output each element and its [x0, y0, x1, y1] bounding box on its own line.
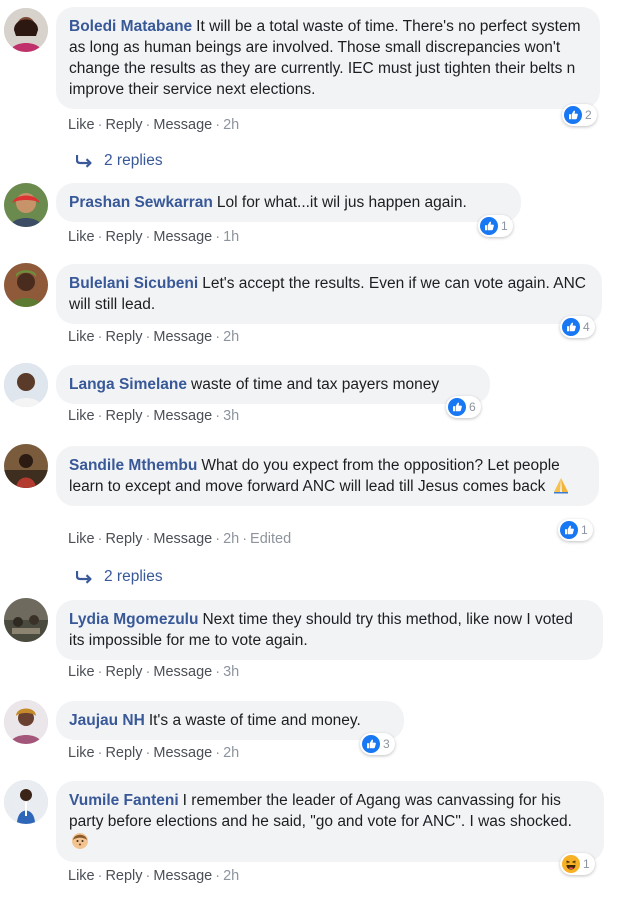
comment-bubble: Sandile Mthembu What do you expect from t…	[56, 446, 599, 506]
message-link[interactable]: Message	[153, 229, 212, 245]
reply-link[interactable]: Reply	[105, 745, 142, 761]
like-link[interactable]: Like	[68, 329, 95, 345]
message-link[interactable]: Message	[153, 117, 212, 133]
timestamp[interactable]: 2h	[223, 745, 239, 761]
reply-link[interactable]: Reply	[105, 329, 142, 345]
message-link[interactable]: Message	[153, 664, 212, 680]
like-link[interactable]: Like	[68, 664, 95, 680]
like-icon	[448, 398, 466, 416]
reaction-count: 1	[501, 219, 508, 233]
comment-bubble: Lydia Mgomezulu Next time they should try…	[56, 600, 603, 660]
comment-bubble: Jaujau NH It's a waste of time and money.	[56, 701, 404, 740]
avatar[interactable]	[4, 263, 48, 307]
reaction-count: 6	[469, 400, 476, 414]
comment-actions: Like · Reply · Message · 3h	[68, 408, 240, 424]
replies-count[interactable]: 2 replies	[104, 568, 163, 586]
reply-arrow-icon	[76, 570, 94, 584]
comment-author[interactable]: Langa Simelane	[69, 376, 187, 393]
like-icon	[562, 318, 580, 336]
praying-hands-emoji	[553, 478, 568, 494]
timestamp[interactable]: 3h	[223, 664, 239, 680]
timestamp[interactable]: 2h	[223, 868, 239, 884]
comment-author[interactable]: Bulelani Sicubeni	[69, 275, 198, 292]
reaction-count: 1	[581, 523, 588, 537]
reaction-badge[interactable]: 1	[560, 853, 595, 875]
comment-actions: Like · Reply · Message · 1h	[68, 229, 240, 245]
comment-author[interactable]: Sandile Mthembu	[69, 457, 197, 474]
timestamp[interactable]: 3h	[223, 408, 239, 424]
comment-author[interactable]: Lydia Mgomezulu	[69, 611, 198, 628]
comment-bubble: Bulelani Sicubeni Let's accept the result…	[56, 264, 602, 324]
reaction-count: 1	[583, 857, 590, 871]
avatar[interactable]	[4, 444, 48, 488]
comment-actions: Like · Reply · Message · 2h	[68, 329, 240, 345]
comment-actions: Like · Reply · Message · 2h	[68, 117, 240, 133]
comment-actions: Like · Reply · Message · 2h	[68, 745, 240, 761]
edited-label[interactable]: Edited	[250, 531, 291, 547]
like-link[interactable]: Like	[68, 868, 95, 884]
message-link[interactable]: Message	[153, 329, 212, 345]
comment-text: waste of time and tax payers money	[191, 376, 440, 393]
comment-bubble: Boledi Matabane It will be a total waste …	[56, 7, 600, 109]
flushed-face-emoji	[72, 833, 88, 849]
reaction-badge[interactable]: 4	[560, 316, 595, 338]
avatar[interactable]	[4, 700, 48, 744]
message-link[interactable]: Message	[153, 408, 212, 424]
like-link[interactable]: Like	[68, 229, 95, 245]
comment-bubble: Vumile Fanteni I remember the leader of A…	[56, 781, 604, 862]
reply-link[interactable]: Reply	[105, 868, 142, 884]
like-icon	[362, 735, 380, 753]
avatar[interactable]	[4, 183, 48, 227]
comment-actions: Like · Reply · Message · 3h	[68, 664, 240, 680]
avatar[interactable]	[4, 8, 48, 52]
like-icon	[560, 521, 578, 539]
view-replies-link[interactable]: 2 replies	[76, 568, 163, 586]
comment-actions: Like · Reply · Message · 2h	[68, 868, 240, 884]
comment-author[interactable]: Jaujau NH	[69, 712, 145, 729]
reaction-count: 2	[585, 108, 592, 122]
timestamp[interactable]: 2h	[223, 531, 239, 547]
message-link[interactable]: Message	[153, 531, 212, 547]
reaction-badge[interactable]: 6	[446, 396, 481, 418]
reaction-badge[interactable]: 1	[558, 519, 593, 541]
like-link[interactable]: Like	[68, 408, 95, 424]
timestamp[interactable]: 2h	[223, 117, 239, 133]
comment-text: It's a waste of time and money.	[148, 712, 361, 729]
reaction-badge[interactable]: 2	[562, 104, 597, 126]
reply-link[interactable]: Reply	[105, 664, 142, 680]
comment-author[interactable]: Prashan Sewkarran	[69, 194, 213, 211]
message-link[interactable]: Message	[153, 745, 212, 761]
reply-link[interactable]: Reply	[105, 229, 142, 245]
reaction-badge[interactable]: 1	[478, 215, 513, 237]
reply-link[interactable]: Reply	[105, 531, 142, 547]
avatar[interactable]	[4, 780, 48, 824]
reply-link[interactable]: Reply	[105, 117, 142, 133]
like-icon	[564, 106, 582, 124]
comment-text: Lol for what...it wil jus happen again.	[216, 194, 467, 211]
replies-count[interactable]: 2 replies	[104, 152, 163, 170]
avatar[interactable]	[4, 598, 48, 642]
timestamp[interactable]: 1h	[223, 229, 239, 245]
haha-icon	[562, 855, 580, 873]
reply-link[interactable]: Reply	[105, 408, 142, 424]
reaction-count: 4	[583, 320, 590, 334]
comment-author[interactable]: Vumile Fanteni	[69, 792, 179, 809]
like-link[interactable]: Like	[68, 531, 95, 547]
reply-arrow-icon	[76, 154, 94, 168]
like-link[interactable]: Like	[68, 745, 95, 761]
message-link[interactable]: Message	[153, 868, 212, 884]
like-icon	[480, 217, 498, 235]
reaction-count: 3	[383, 737, 390, 751]
timestamp[interactable]: 2h	[223, 329, 239, 345]
comment-author[interactable]: Boledi Matabane	[69, 18, 192, 35]
comment-bubble: Prashan Sewkarran Lol for what...it wil j…	[56, 183, 521, 222]
comment-actions: Like · Reply · Message · 2h · Edited	[68, 531, 292, 547]
like-link[interactable]: Like	[68, 117, 95, 133]
avatar[interactable]	[4, 363, 48, 407]
comment-bubble: Langa Simelane waste of time and tax paye…	[56, 365, 490, 404]
reaction-badge[interactable]: 3	[360, 733, 395, 755]
view-replies-link[interactable]: 2 replies	[76, 152, 163, 170]
